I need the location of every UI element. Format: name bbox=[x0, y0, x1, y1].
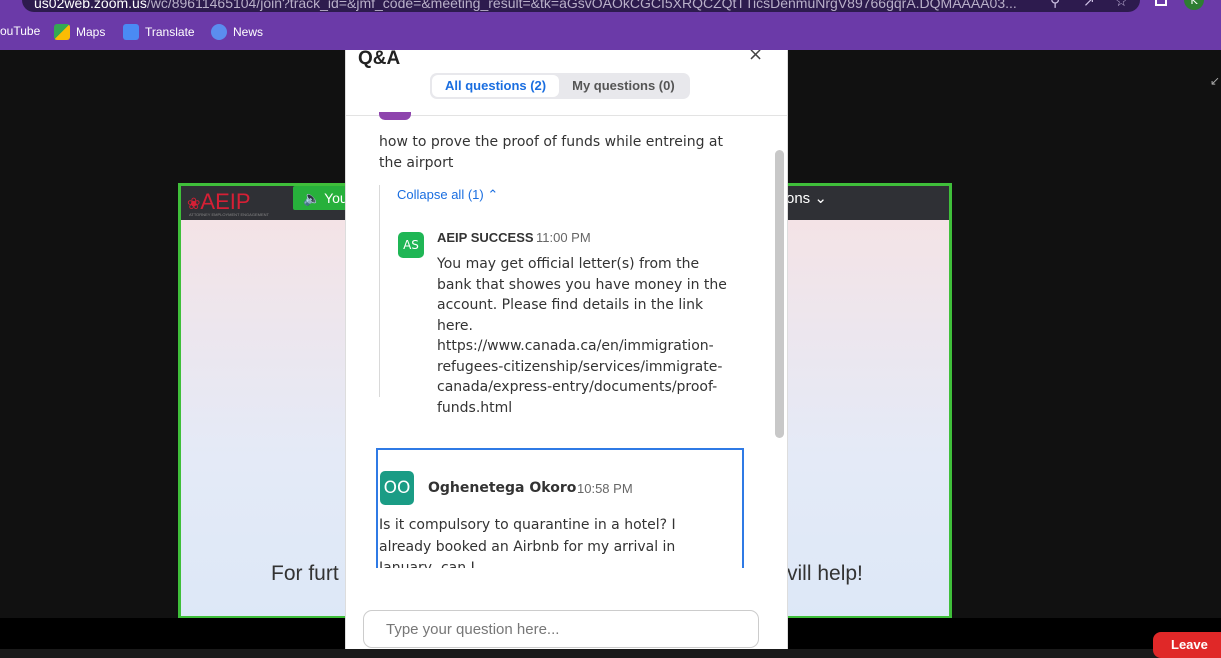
bookmark-label: Translate bbox=[145, 25, 195, 39]
qa-title: Q&A bbox=[358, 50, 401, 69]
question-card[interactable]: OO Oghenetega Okoro 10:58 PM Is it compu… bbox=[376, 448, 744, 568]
tab-all-questions[interactable]: All questions (2) bbox=[432, 75, 560, 97]
thread-line bbox=[379, 185, 380, 397]
tab-my-questions[interactable]: My questions (0) bbox=[559, 75, 688, 97]
speaking-indicator: 🔈 You bbox=[293, 186, 353, 210]
question-text: how to prove the proof of funds while en… bbox=[379, 134, 723, 171]
bookmarks-bar: ouTube Maps Translate News bbox=[0, 14, 1221, 50]
answer-author: AEIP SUCCESS bbox=[437, 230, 534, 245]
minimize-icon[interactable]: ↙ bbox=[1210, 74, 1220, 88]
avatar: AS bbox=[398, 232, 424, 258]
scrollbar[interactable] bbox=[775, 150, 784, 438]
url-host: us02web.zoom.us bbox=[34, 0, 147, 11]
question-author: Oghenetega Okoro bbox=[428, 480, 577, 496]
bookmark-translate[interactable]: Translate bbox=[123, 24, 195, 40]
search-icon[interactable]: ⚲ bbox=[1050, 0, 1060, 10]
question-timestamp: 10:58 PM bbox=[577, 481, 633, 496]
speaker-icon: 🔈 bbox=[303, 190, 321, 206]
close-icon[interactable]: × bbox=[748, 50, 763, 65]
collapse-all-link[interactable]: Collapse all (1) ⌃ bbox=[397, 187, 498, 203]
translate-icon bbox=[123, 24, 139, 40]
news-icon bbox=[211, 24, 227, 40]
view-options-button[interactable]: ons ⌄ bbox=[786, 189, 827, 207]
bookmark-label: ouTube bbox=[0, 24, 41, 38]
star-icon[interactable]: ☆ bbox=[1115, 0, 1128, 10]
question-input[interactable] bbox=[363, 610, 759, 648]
url-path: /wc/89611465104/join?track_id=&jmf_code=… bbox=[146, 0, 1017, 11]
share-icon[interactable]: ↗ bbox=[1083, 0, 1095, 10]
bookmark-news[interactable]: News bbox=[211, 24, 263, 40]
avatar: OO bbox=[380, 471, 414, 505]
window-icon[interactable] bbox=[1155, 0, 1167, 6]
chevron-up-icon: ⌃ bbox=[487, 187, 499, 202]
chevron-down-icon: ⌄ bbox=[814, 190, 827, 207]
leave-button[interactable]: Leave bbox=[1153, 632, 1221, 658]
answer-timestamp: 11:00 PM bbox=[536, 230, 591, 245]
qa-panel: Q&A × All questions (2) My questions (0)… bbox=[345, 50, 788, 649]
bookmark-label: News bbox=[233, 25, 264, 39]
question-avatar bbox=[379, 112, 411, 120]
flower-icon: ❀ bbox=[187, 196, 201, 213]
bookmark-maps[interactable]: Maps bbox=[54, 24, 105, 40]
url-text[interactable]: us02web.zoom.us/wc/89611465104/join?trac… bbox=[34, 0, 1017, 11]
bookmark-label: Maps bbox=[76, 25, 106, 39]
share-caption-right: vill help! bbox=[787, 562, 863, 585]
maps-icon bbox=[54, 24, 70, 40]
question-text: Is it compulsory to quarantine in a hote… bbox=[379, 517, 676, 568]
bookmark-youtube[interactable]: ouTube bbox=[0, 24, 40, 38]
share-caption-left: For furt bbox=[271, 562, 339, 585]
qa-tabs: All questions (2) My questions (0) bbox=[430, 73, 690, 99]
answer-text: You may get official letter(s) from the … bbox=[437, 256, 727, 416]
divider bbox=[346, 115, 787, 116]
aeip-logo: ❀AEIP ATTORNEY EMPLOYMENT ENGAGEMENT bbox=[187, 189, 269, 217]
